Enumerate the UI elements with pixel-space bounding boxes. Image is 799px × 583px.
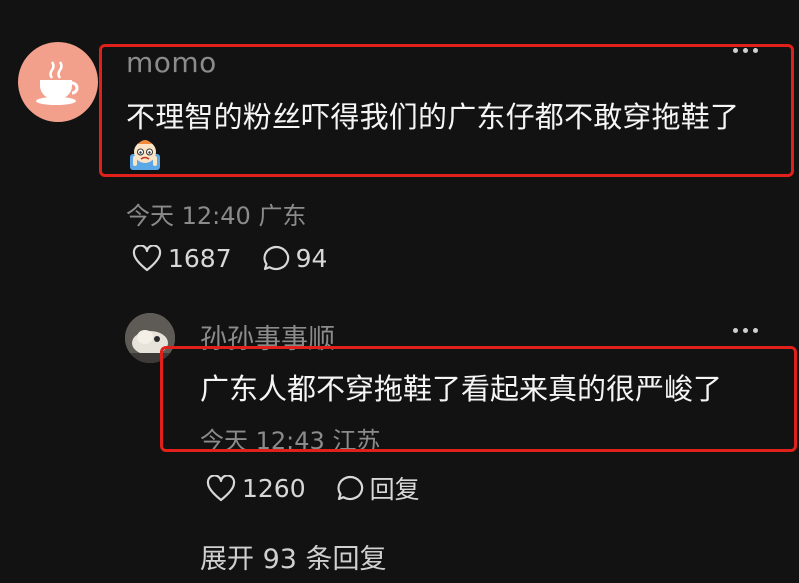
- comment-actions: 1687 94: [132, 244, 327, 273]
- highlight-box: [99, 44, 794, 177]
- heart-icon: [132, 245, 162, 272]
- avatar[interactable]: [18, 42, 98, 122]
- more-icon[interactable]: [733, 328, 758, 333]
- reply-label: 回复: [369, 475, 420, 504]
- expand-replies-link[interactable]: 展开 93 条回复: [200, 537, 387, 576]
- heart-icon: [206, 474, 236, 501]
- teacup-icon: [36, 61, 79, 105]
- comment-bubble-icon: [337, 475, 363, 500]
- like-count: 1687: [168, 244, 232, 273]
- reply-count: 94: [295, 244, 328, 273]
- reply-actions: 1260 回复: [206, 470, 420, 506]
- comment-bubble-icon: [263, 245, 289, 271]
- like-count: 1260: [242, 473, 306, 503]
- comment-location: 广东: [258, 202, 307, 230]
- highlight-box: [160, 346, 797, 452]
- reply-button[interactable]: 回复: [336, 470, 420, 506]
- comment-meta: 今天 12:40 广东: [126, 196, 306, 231]
- like-button[interactable]: 1260: [206, 474, 306, 503]
- like-button[interactable]: 1687: [132, 244, 232, 273]
- reply-button[interactable]: 94: [262, 244, 328, 273]
- comment-time: 今天 12:40: [126, 202, 251, 230]
